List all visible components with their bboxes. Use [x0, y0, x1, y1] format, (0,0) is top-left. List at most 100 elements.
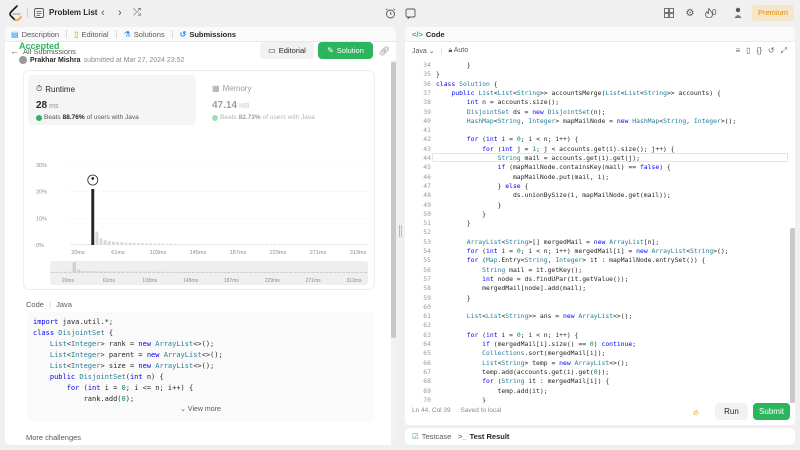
- chart-bar[interactable]: [157, 243, 161, 245]
- chart-bar[interactable]: [136, 243, 140, 245]
- chart-bar[interactable]: [236, 244, 240, 245]
- chart-bar[interactable]: [198, 244, 202, 245]
- bookmark-icon[interactable]: ▯: [746, 46, 750, 56]
- code-line[interactable]: }: [436, 210, 486, 218]
- tab-test-result[interactable]: >_ Test Result: [458, 432, 509, 441]
- code-line[interactable]: String mail = accounts.get(i).get(j);: [436, 154, 640, 162]
- auto-mode-toggle[interactable]: 🔒︎ Auto: [448, 47, 468, 55]
- tab-solutions[interactable]: ⚗ Solutions: [124, 30, 165, 39]
- code-line[interactable]: temp.add(it);: [436, 387, 548, 395]
- chart-bar[interactable]: [169, 243, 173, 245]
- format-icon[interactable]: ≡: [735, 46, 740, 56]
- chart-bar[interactable]: [314, 244, 318, 245]
- code-editor[interactable]: 34 } 35} 36 class Solution {37 public List<…: [405, 60, 790, 403]
- notes-button[interactable]: [402, 5, 418, 21]
- chart-bar[interactable]: [335, 244, 339, 245]
- chart-bar[interactable]: [149, 243, 153, 245]
- chart-bar[interactable]: [323, 244, 327, 245]
- chart-bar[interactable]: [215, 244, 219, 245]
- code-line[interactable]: class Solution {: [436, 80, 498, 88]
- problem-list-icon[interactable]: [34, 8, 44, 18]
- chart-bar[interactable]: [364, 244, 368, 245]
- chart-bar[interactable]: [302, 244, 306, 245]
- chart-bar[interactable]: [145, 243, 149, 245]
- chart-bar[interactable]: [103, 240, 107, 245]
- chart-bar[interactable]: [331, 244, 335, 245]
- editor-scrollbar-thumb[interactable]: [790, 228, 795, 403]
- view-more-button[interactable]: ⌄ View more: [27, 404, 374, 415]
- editor-scrollbar[interactable]: [790, 60, 795, 403]
- chart-bar[interactable]: [190, 244, 194, 245]
- chart-bar[interactable]: [256, 244, 260, 245]
- chart-bar[interactable]: [70, 244, 74, 245]
- next-problem-button[interactable]: ›: [118, 6, 122, 20]
- code-line[interactable]: for (Map.Entry<String, Integer> it : map…: [436, 256, 706, 264]
- share-link-icon[interactable]: 🔗︎: [379, 46, 390, 57]
- code-line[interactable]: }: [436, 219, 471, 227]
- chart-bar[interactable]: [219, 244, 223, 245]
- prev-problem-button[interactable]: ‹: [101, 6, 105, 20]
- sparkle-icon[interactable]: 🔥︎: [693, 408, 699, 418]
- chart-bar[interactable]: [352, 244, 355, 245]
- chart-bar[interactable]: [298, 244, 302, 245]
- chart-bar[interactable]: [116, 242, 120, 245]
- code-line[interactable]: for (int i = 0; i < n; i++) {: [436, 331, 579, 339]
- chart-bar[interactable]: [74, 244, 78, 245]
- code-line[interactable]: Collections.sort(mergedMail[i]);: [436, 349, 605, 357]
- author-name[interactable]: Prakhar Mishra: [30, 57, 81, 64]
- code-line[interactable]: HashMap<String, Integer> mapMailNode = n…: [436, 117, 736, 125]
- author-avatar[interactable]: [19, 56, 27, 64]
- chart-bar[interactable]: [260, 244, 264, 245]
- code-line[interactable]: }: [436, 61, 471, 69]
- chart-bar[interactable]: [248, 244, 252, 245]
- code-line[interactable]: for (int i = 0; i < n; i++) mergedMail[i…: [436, 247, 729, 255]
- code-line[interactable]: int node = ds.findUPar(it.getValue());: [436, 275, 628, 283]
- chart-bar[interactable]: [306, 244, 310, 245]
- chart-bar-highlight[interactable]: [91, 189, 95, 245]
- premium-button[interactable]: Premium: [752, 5, 795, 21]
- chart-bar[interactable]: [244, 244, 248, 245]
- fullscreen-icon[interactable]: ⤢: [781, 46, 787, 56]
- reset-icon[interactable]: ↺: [768, 46, 775, 56]
- chart-bar[interactable]: [360, 244, 364, 245]
- layout-button[interactable]: [662, 6, 676, 20]
- language-select[interactable]: Java ⌄: [412, 47, 435, 55]
- code-line[interactable]: String mail = it.getKey();: [436, 266, 582, 274]
- chart-bar[interactable]: [99, 238, 103, 245]
- chart-bar[interactable]: [252, 244, 256, 245]
- code-line[interactable]: DisjointSet ds = new DisjointSet(n);: [436, 108, 606, 116]
- chart-bar[interactable]: [240, 244, 244, 245]
- chart-bar[interactable]: [347, 244, 351, 245]
- chart-bar[interactable]: [227, 244, 231, 245]
- chart-bar[interactable]: [273, 244, 277, 245]
- runtime-card[interactable]: ⏱ Runtime 28 ms Beats 88.76% of users wit…: [28, 75, 196, 125]
- chart-bar[interactable]: [111, 241, 115, 245]
- code-line[interactable]: List<List<String>> ans = new ArrayList<>…: [436, 312, 633, 320]
- your-submission-marker-icon[interactable]: [87, 174, 99, 186]
- leetcode-logo-icon[interactable]: [9, 5, 23, 21]
- chart-bar[interactable]: [87, 244, 91, 245]
- chart-bar[interactable]: [107, 241, 111, 245]
- code-line[interactable]: mapMailNode.put(mail, i);: [436, 173, 609, 181]
- chart-bar[interactable]: [182, 244, 186, 245]
- code-line[interactable]: mergedMail[node].add(mail);: [436, 284, 586, 292]
- chart-range-minimap[interactable]: 20ms 61ms 103ms 145ms 187ms 229ms 271ms 313ms: [50, 261, 368, 285]
- code-line[interactable]: ArrayList<String>[] mergedMail = new Arr…: [436, 238, 659, 246]
- chart-bar[interactable]: [153, 243, 157, 245]
- run-button[interactable]: Run: [715, 403, 748, 420]
- chart-bar[interactable]: [211, 244, 215, 245]
- panel-resize-handle[interactable]: [398, 225, 402, 237]
- chart-bar[interactable]: [140, 243, 144, 245]
- code-line[interactable]: ds.unionBySize(i, mapMailNode.get(mail))…: [436, 191, 671, 199]
- chart-bar[interactable]: [83, 244, 86, 245]
- settings-button[interactable]: ⚙: [683, 6, 697, 20]
- chart-bar[interactable]: [203, 244, 206, 245]
- editorial-button[interactable]: ▭ Editorial: [260, 42, 314, 59]
- code-line[interactable]: for (String it : mergedMail[i]) {: [436, 377, 609, 385]
- chart-bar[interactable]: [132, 242, 136, 245]
- left-scrollbar-thumb[interactable]: [391, 62, 396, 338]
- chart-bar[interactable]: [124, 242, 128, 245]
- submit-button[interactable]: Submit: [753, 403, 790, 420]
- tab-description[interactable]: ▤ Description: [11, 30, 59, 39]
- code-line[interactable]: int n = accounts.size();: [436, 98, 559, 106]
